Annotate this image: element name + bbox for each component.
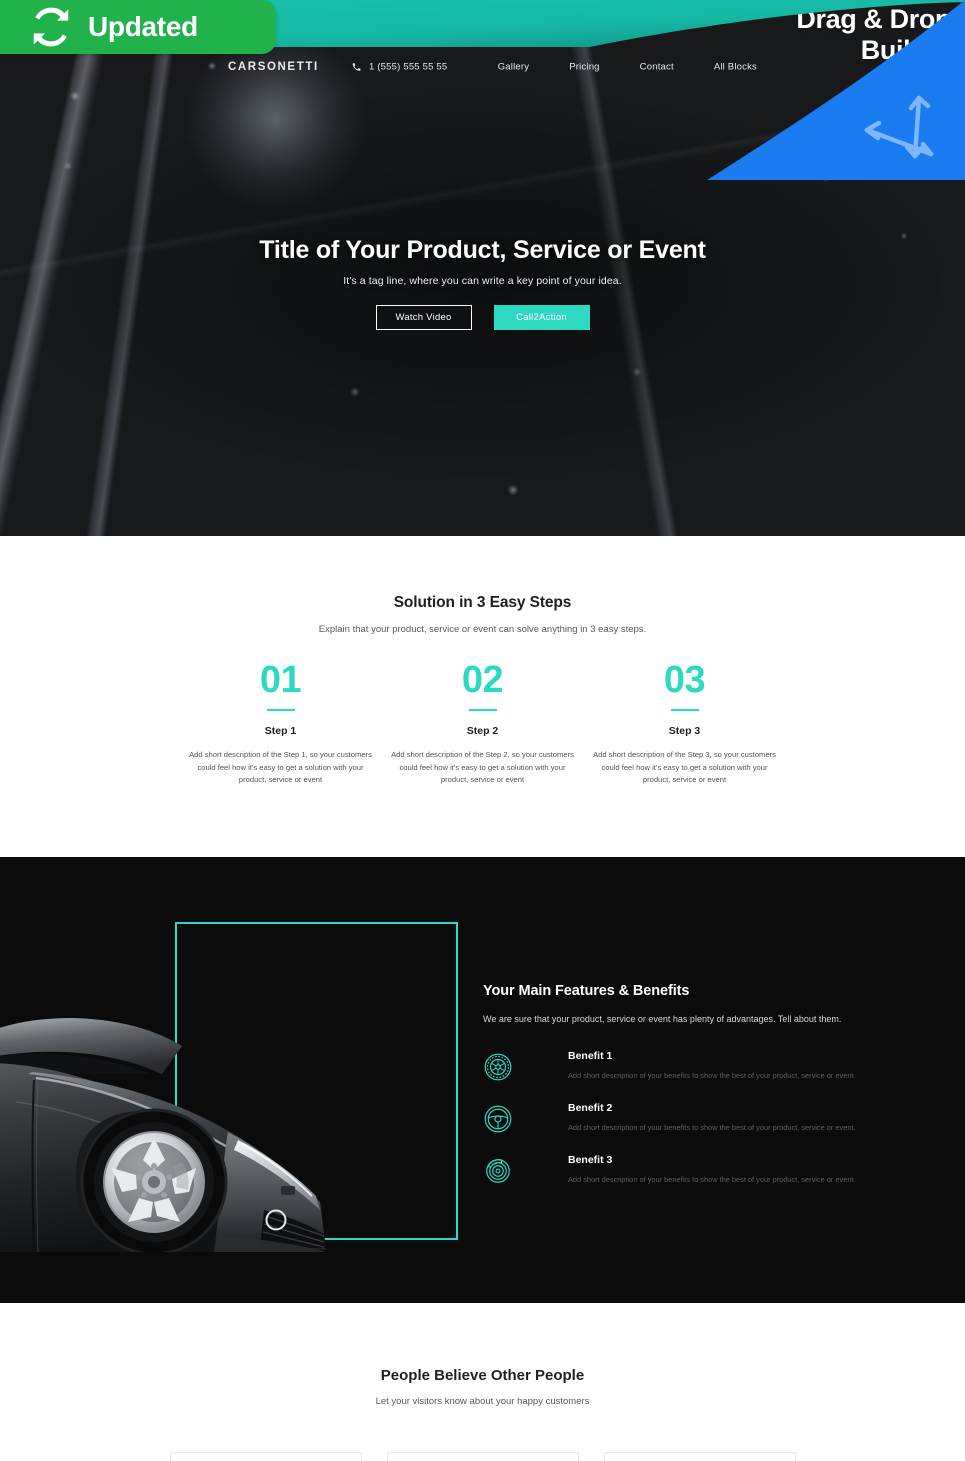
testimonials-title: People Believe Other People [380, 1367, 585, 1384]
step-card-1: 01 Step 1 Add short description of the S… [180, 661, 382, 787]
brake-disc-icon [483, 1154, 523, 1191]
step-number: 02 [461, 659, 504, 701]
call2action-button[interactable]: Call2Action [493, 305, 590, 330]
steps-title: Solution in 3 Easy Steps [393, 594, 572, 611]
step-number: 03 [663, 659, 706, 701]
nav-item-contact[interactable]: Contact [640, 62, 674, 73]
benefit-row-1: Benefit 1 Add short description of your … [483, 1050, 891, 1102]
benefit-row-2: Benefit 2 Add short description of your … [483, 1102, 891, 1154]
hero-title: Title of Your Product, Service or Event [259, 236, 706, 264]
nav-item-all-blocks[interactable]: All Blocks [714, 62, 757, 73]
testimonials-subtitle: Let your visitors know about your happy … [375, 1396, 590, 1407]
testimonial-cards-row [0, 1452, 965, 1461]
steps-row: 01 Step 1 Add short description of the S… [0, 661, 965, 787]
features-subtitle: We are sure that your product, service o… [483, 1014, 842, 1024]
steering-wheel-icon [483, 1102, 523, 1139]
features-title: Your Main Features & Benefits [483, 983, 690, 999]
step-card-3: 03 Step 3 Add short description of the S… [584, 661, 786, 787]
hero-section: CARSONETTI 1 (555) 555 55 55 Gallery Pri… [0, 0, 965, 536]
benefit-description: Add short description of your benefits t… [568, 1175, 856, 1184]
phone-number: 1 (555) 555 55 55 [369, 61, 448, 73]
testimonial-card[interactable] [386, 1452, 579, 1461]
step-description: Add short description of the Step 3, so … [593, 750, 776, 785]
testimonial-card[interactable] [169, 1452, 362, 1461]
four-way-arrow-icon [864, 95, 934, 159]
step-description: Add short description of the Step 1, so … [189, 750, 372, 785]
refresh-icon [33, 7, 69, 47]
landing-page-preview: CARSONETTI 1 (555) 555 55 55 Gallery Pri… [0, 0, 965, 1461]
steps-section: Solution in 3 Easy Steps Explain that yo… [0, 536, 965, 857]
steps-subtitle: Explain that your product, service or ev… [318, 624, 647, 635]
hero-content: Title of Your Product, Service or Event … [0, 236, 965, 330]
benefit-text-2: Benefit 2 Add short description of your … [523, 1102, 856, 1132]
updated-badge-label: Updated [88, 11, 198, 42]
step-number: 01 [259, 659, 302, 701]
step-underline [468, 709, 497, 711]
nav-item-gallery[interactable]: Gallery [498, 62, 530, 73]
hero-tagline: It's a tag line, where you can write a k… [343, 275, 622, 287]
phone-icon [352, 63, 361, 72]
site-logo[interactable]: CARSONETTI [228, 61, 319, 73]
benefit-text-3: Benefit 3 Add short description of your … [523, 1154, 856, 1184]
ribbon-line-1: Drag & Drop [796, 4, 951, 34]
benefit-name: Benefit 2 [568, 1102, 613, 1114]
step-name: Step 2 [466, 725, 499, 737]
benefit-text-1: Benefit 1 Add short description of your … [523, 1050, 856, 1080]
features-text-column: Your Main Features & Benefits We are sur… [483, 983, 891, 1206]
updated-badge: Updated [0, 0, 276, 54]
step-name: Step 3 [668, 725, 701, 737]
step-underline [266, 709, 295, 711]
tire-wheel-icon [483, 1050, 523, 1087]
benefit-description: Add short description of your benefits t… [568, 1123, 856, 1132]
nav-item-pricing[interactable]: Pricing [569, 62, 599, 73]
step-card-2: 02 Step 2 Add short description of the S… [382, 661, 584, 787]
benefits-list: Benefit 1 Add short description of your … [483, 1050, 891, 1206]
benefit-row-3: Benefit 3 Add short description of your … [483, 1154, 891, 1206]
car-image [0, 1018, 326, 1252]
watch-video-button[interactable]: Watch Video [375, 305, 472, 330]
step-name: Step 1 [264, 725, 297, 737]
testimonials-section: People Believe Other People Let your vis… [0, 1303, 965, 1461]
step-description: Add short description of the Step 2, so … [391, 750, 574, 785]
header-phone[interactable]: 1 (555) 555 55 55 [352, 62, 447, 73]
benefit-name: Benefit 1 [568, 1050, 613, 1062]
hero-buttons: Watch Video Call2Action [0, 305, 965, 330]
testimonial-card[interactable] [603, 1452, 796, 1461]
benefit-name: Benefit 3 [568, 1154, 613, 1166]
nav-links: Gallery Pricing Contact All Blocks [498, 62, 757, 73]
benefit-description: Add short description of your benefits t… [568, 1071, 856, 1080]
step-underline [670, 709, 699, 711]
